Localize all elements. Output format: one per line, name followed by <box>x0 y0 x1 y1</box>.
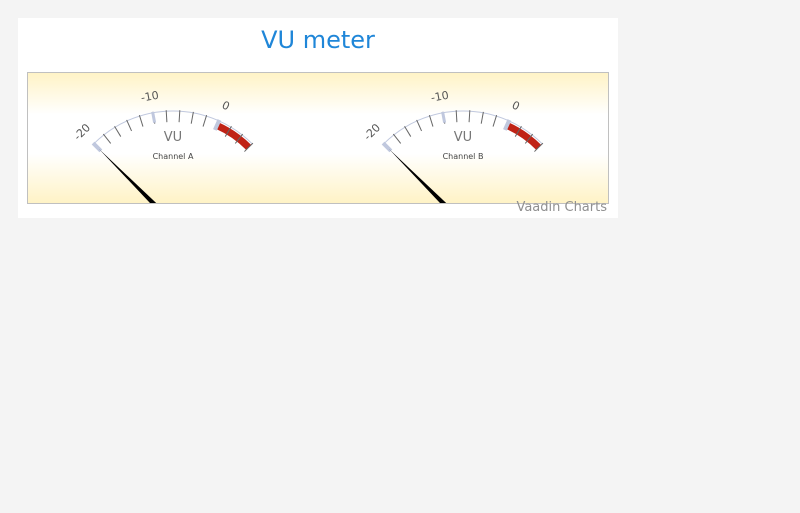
chart-title: VU meter <box>261 26 375 54</box>
vu-gauges-svg: -20 -10 0 VU Channel A -20 -10 0 VU Channel B <box>71 89 544 203</box>
vu-gauge-1: -20 -10 0 VU Channel A <box>71 89 254 203</box>
gauge-minor-tick <box>190 111 194 124</box>
gauge-pane-title: VU <box>164 130 182 145</box>
gauge-minor-tick <box>178 110 181 123</box>
gauge-minor-tick <box>455 110 458 123</box>
gauge-minor-tick <box>468 110 471 123</box>
gauge-minor-tick <box>114 126 122 137</box>
gauge-minor-tick <box>165 110 168 123</box>
plot-area: -20 -10 0 VU Channel A -20 -10 0 VU Channel B <box>27 72 609 204</box>
gauge-tick-label: 0 <box>510 98 522 113</box>
gauge-tick-label: -20 <box>361 121 383 143</box>
gauge-series-name: Channel B <box>443 152 484 161</box>
chart-container: VU meter -20 -10 0 VU Channel A -20 -10 0 VU Chan… <box>18 18 618 218</box>
gauge-tick-label: -10 <box>430 89 450 105</box>
gauge-minor-tick <box>416 119 423 132</box>
gauge-minor-tick <box>480 111 484 124</box>
gauge-tick-label: -10 <box>140 89 160 105</box>
gauge-tick-label: -20 <box>71 121 93 143</box>
gauge-minor-tick <box>428 114 434 127</box>
gauge-minor-tick <box>102 133 112 144</box>
gauge-series-name: Channel A <box>153 152 194 161</box>
vu-gauge-2: -20 -10 0 VU Channel B <box>361 89 544 203</box>
gauge-tick-label: 0 <box>220 98 232 113</box>
gauge-pane-title: VU <box>454 130 472 145</box>
gauge-major-tick <box>441 111 447 123</box>
gauge-major-tick <box>151 111 157 123</box>
gauge-minor-tick <box>126 119 133 132</box>
gauge-minor-tick <box>492 114 498 127</box>
gauge-minor-tick <box>392 133 402 144</box>
credits-link[interactable]: Vaadin Charts <box>516 200 607 215</box>
gauge-minor-tick <box>138 114 144 127</box>
gauge-minor-tick <box>404 126 412 137</box>
gauge-minor-tick <box>202 114 208 127</box>
